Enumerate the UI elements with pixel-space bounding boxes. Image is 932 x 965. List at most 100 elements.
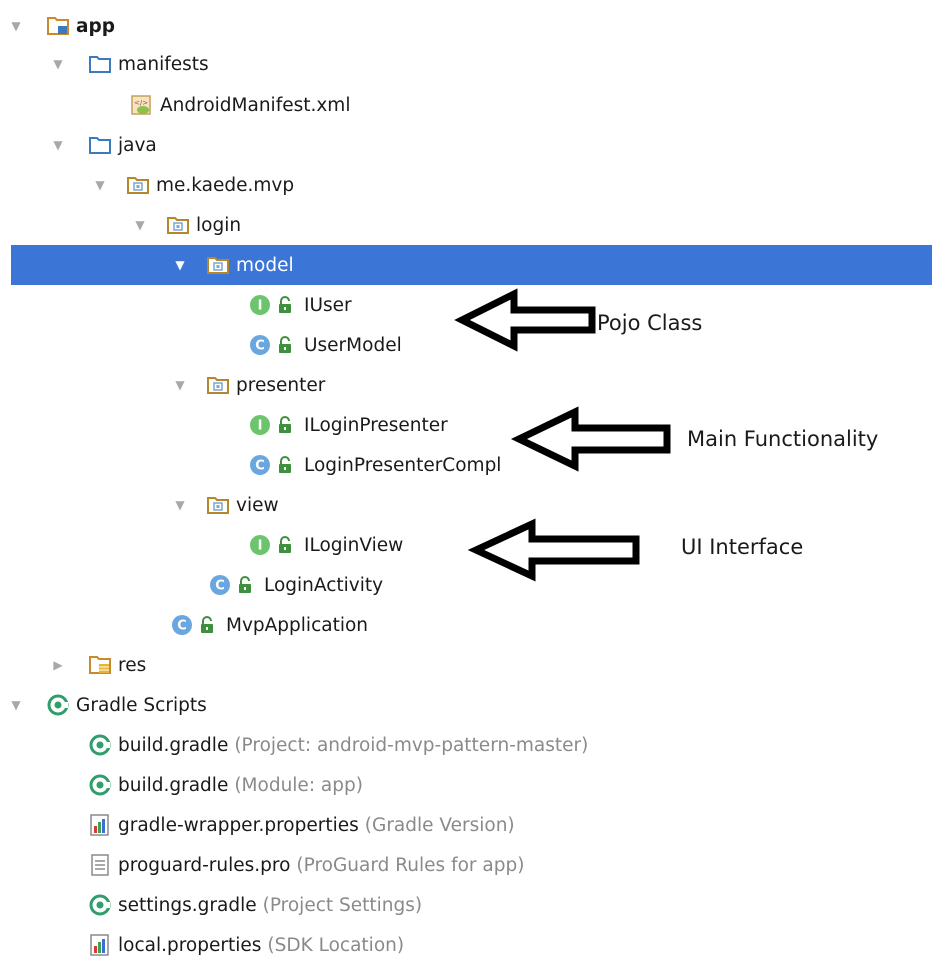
tree-row[interactable]: C LoginPresenterCompl bbox=[0, 445, 932, 485]
tree-row-label: ILoginView bbox=[304, 534, 404, 556]
tree-row[interactable]: C MvpApplication bbox=[0, 605, 932, 645]
package-icon bbox=[206, 493, 230, 517]
lock-icon bbox=[278, 416, 292, 434]
text-file-icon bbox=[88, 853, 112, 877]
svg-text:I: I bbox=[258, 539, 263, 554]
annotation-pojo-class: Pojo Class bbox=[597, 311, 703, 335]
lock-icon bbox=[278, 296, 292, 314]
tree-row-text: gradle-wrapper.properties (Gradle Version… bbox=[118, 815, 515, 836]
package-icon bbox=[166, 213, 190, 237]
expand-arrow-down-icon[interactable]: ▼ bbox=[10, 698, 22, 712]
lock-icon bbox=[278, 336, 292, 354]
tree-row-label: LoginPresenterCompl bbox=[304, 454, 502, 476]
expand-arrow-down-icon[interactable]: ▼ bbox=[174, 498, 186, 512]
tree-row-label: view bbox=[236, 494, 279, 516]
folder-icon bbox=[88, 52, 112, 76]
gradle-icon bbox=[88, 773, 112, 797]
tree-row[interactable]: proguard-rules.pro (ProGuard Rules for ap… bbox=[0, 845, 932, 885]
expand-arrow-down-icon[interactable]: ▼ bbox=[52, 57, 64, 71]
tree-row-hint: (Module: app) bbox=[234, 774, 363, 796]
expand-arrow-down-icon[interactable]: ▼ bbox=[174, 258, 186, 272]
svg-text:</>: </> bbox=[134, 99, 148, 107]
module-folder-icon bbox=[46, 14, 70, 38]
tree-row[interactable]: ▼ login bbox=[0, 205, 932, 245]
annotation-arrow-pojo bbox=[454, 288, 596, 352]
tree-row-label: build.gradle bbox=[118, 734, 229, 756]
expand-arrow-down-icon[interactable]: ▼ bbox=[134, 218, 146, 232]
project-tree: ▼ app ▼ manifests </> AndroidManifest.xml ▼ jav… bbox=[0, 0, 932, 962]
tree-row[interactable]: ▼ app bbox=[0, 6, 932, 46]
annotation-arrow-main bbox=[510, 406, 671, 472]
tree-row-label: res bbox=[118, 654, 147, 676]
svg-text:C: C bbox=[177, 619, 187, 634]
tree-row-text: build.gradle (Module: app) bbox=[118, 775, 363, 796]
annotation-ui-interface: UI Interface bbox=[681, 535, 804, 559]
tree-row[interactable]: settings.gradle (Project Settings) bbox=[0, 885, 932, 925]
class-icon: C bbox=[170, 613, 194, 637]
tree-row-text: settings.gradle (Project Settings) bbox=[118, 895, 422, 916]
class-icon: C bbox=[248, 333, 272, 357]
tree-row-label: manifests bbox=[118, 53, 209, 75]
tree-row-label: login bbox=[196, 214, 242, 236]
tree-row[interactable]: ▼ manifests bbox=[0, 44, 932, 84]
xml-manifest-icon: </> bbox=[130, 93, 154, 117]
tree-row-text: local.properties (SDK Location) bbox=[118, 935, 404, 956]
tree-row[interactable]: local.properties (SDK Location) bbox=[0, 925, 932, 965]
tree-row-label: AndroidManifest.xml bbox=[160, 94, 351, 116]
tree-row-label: LoginActivity bbox=[264, 574, 384, 596]
tree-row-label: app bbox=[76, 15, 115, 37]
interface-icon: I bbox=[248, 293, 272, 317]
tree-row[interactable]: build.gradle (Project: android-mvp-patter… bbox=[0, 725, 932, 765]
expand-arrow-down-icon[interactable]: ▼ bbox=[10, 19, 22, 33]
tree-row-text: build.gradle (Project: android-mvp-patter… bbox=[118, 735, 588, 756]
tree-row-label: gradle-wrapper.properties bbox=[118, 814, 359, 836]
lock-icon bbox=[200, 616, 214, 634]
tree-row-label: UserModel bbox=[304, 334, 402, 356]
tree-row-label: settings.gradle bbox=[118, 894, 257, 916]
tree-row-hint: (Project Settings) bbox=[262, 894, 423, 916]
tree-row[interactable]: ▼ model bbox=[11, 245, 932, 285]
class-icon: C bbox=[248, 453, 272, 477]
class-icon: C bbox=[208, 573, 232, 597]
tree-row-label: model bbox=[236, 254, 294, 276]
package-icon bbox=[206, 373, 230, 397]
gradle-icon bbox=[46, 693, 70, 717]
tree-row-label: MvpApplication bbox=[226, 614, 369, 636]
tree-row-label: ILoginPresenter bbox=[304, 414, 448, 436]
tree-row-hint: (Gradle Version) bbox=[364, 814, 515, 836]
tree-row[interactable]: ▶ res bbox=[0, 645, 932, 685]
tree-row-text: proguard-rules.pro (ProGuard Rules for ap… bbox=[118, 855, 524, 876]
tree-row-label: java bbox=[118, 134, 157, 156]
tree-row-label: Gradle Scripts bbox=[76, 694, 207, 716]
tree-row[interactable]: ▼ me.kaede.mvp bbox=[0, 165, 932, 205]
tree-row[interactable]: gradle-wrapper.properties (Gradle Version… bbox=[0, 805, 932, 845]
tree-row-label: me.kaede.mvp bbox=[156, 174, 295, 196]
expand-arrow-down-icon[interactable]: ▼ bbox=[52, 138, 64, 152]
expand-arrow-down-icon[interactable]: ▼ bbox=[94, 178, 106, 192]
tree-row[interactable]: ▼ view bbox=[0, 485, 932, 525]
expand-arrow-down-icon[interactable]: ▼ bbox=[174, 378, 186, 392]
tree-row-label: local.properties bbox=[118, 934, 262, 956]
tree-row[interactable]: ▼ Gradle Scripts bbox=[0, 685, 932, 725]
svg-text:I: I bbox=[258, 419, 263, 434]
tree-row-label: presenter bbox=[236, 374, 326, 396]
properties-icon bbox=[88, 813, 112, 837]
tree-row[interactable]: </> AndroidManifest.xml bbox=[0, 85, 932, 125]
tree-row-label: build.gradle bbox=[118, 774, 229, 796]
gradle-icon bbox=[88, 733, 112, 757]
gradle-icon bbox=[88, 893, 112, 917]
tree-row[interactable]: ▼ java bbox=[0, 125, 932, 165]
tree-row[interactable]: build.gradle (Module: app) bbox=[0, 765, 932, 805]
annotation-arrow-ui bbox=[467, 518, 640, 582]
svg-text:C: C bbox=[255, 459, 265, 474]
tree-row-label: proguard-rules.pro bbox=[118, 854, 291, 876]
tree-row[interactable]: C LoginActivity bbox=[0, 565, 932, 605]
svg-text:I: I bbox=[258, 299, 263, 314]
expand-arrow-right-icon[interactable]: ▶ bbox=[52, 658, 64, 672]
tree-row-hint: (SDK Location) bbox=[267, 934, 405, 956]
tree-row-hint: (ProGuard Rules for app) bbox=[296, 854, 525, 876]
lock-icon bbox=[278, 536, 292, 554]
svg-text:C: C bbox=[215, 579, 225, 594]
tree-row[interactable]: ▼ presenter bbox=[0, 365, 932, 405]
properties-icon bbox=[88, 933, 112, 957]
